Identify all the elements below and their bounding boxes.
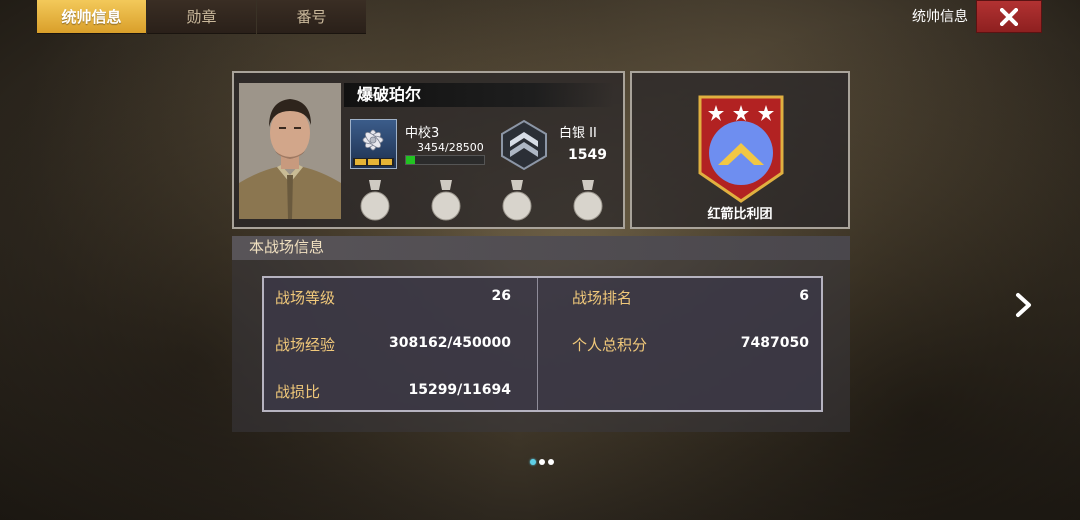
oak-leaf-rank-icon bbox=[353, 129, 394, 166]
stat-value-battlefield-rank: 6 bbox=[799, 288, 809, 304]
legion-name: 红箭比利团 bbox=[707, 207, 773, 222]
medal-slot-empty-icon[interactable] bbox=[358, 178, 392, 222]
stat-value-kd-ratio: 15299/11694 bbox=[408, 382, 511, 398]
legion-panel[interactable]: 红箭比利团 bbox=[630, 71, 850, 229]
page-title: 统帅信息 bbox=[912, 9, 968, 25]
stat-label-battlefield-rank: 战场排名 bbox=[572, 289, 633, 307]
page-dot[interactable] bbox=[539, 459, 545, 465]
tab-medals[interactable]: 勋章 bbox=[147, 0, 256, 34]
page-dot[interactable] bbox=[548, 459, 554, 465]
chevron-right-icon[interactable] bbox=[1012, 290, 1036, 320]
rank-exp-fill bbox=[406, 156, 416, 164]
tab-commander-info[interactable]: 统帅信息 bbox=[37, 0, 146, 34]
silver-tier-icon bbox=[501, 119, 547, 171]
legion-emblem-icon bbox=[698, 95, 784, 203]
tab-designation[interactable]: 番号 bbox=[257, 0, 366, 34]
medal-slot-empty-icon[interactable] bbox=[429, 178, 463, 222]
stat-value-battlefield-level: 26 bbox=[491, 288, 511, 304]
battlefield-info-title: 本战场信息 bbox=[232, 236, 850, 260]
commander-profile-panel: 爆破珀尔 中校3 3454/28500 白银 II 1549 bbox=[232, 71, 625, 229]
medal-slot-empty-icon[interactable] bbox=[571, 178, 605, 222]
stat-label-total-score: 个人总积分 bbox=[572, 336, 648, 354]
page-dot[interactable] bbox=[530, 459, 536, 465]
rank-exp-bar bbox=[405, 155, 485, 165]
stat-label-battlefield-exp: 战场经验 bbox=[275, 336, 336, 354]
medal-slot-empty-icon[interactable] bbox=[500, 178, 534, 222]
tier-name: 白银 II bbox=[559, 126, 597, 141]
tier-score: 1549 bbox=[568, 147, 607, 163]
commander-name: 爆破珀尔 bbox=[344, 83, 614, 107]
rank-exp: 3454/28500 bbox=[417, 141, 484, 154]
close-button[interactable] bbox=[976, 0, 1042, 33]
battlefield-stats-table: 战场等级 26 战场经验 308162/450000 战损比 15299/116… bbox=[262, 276, 823, 412]
commander-portrait bbox=[239, 83, 341, 219]
stat-value-battlefield-exp: 308162/450000 bbox=[388, 335, 511, 351]
close-icon bbox=[1000, 7, 1018, 26]
rank-name: 中校3 bbox=[405, 126, 440, 141]
rank-insignia bbox=[350, 119, 397, 169]
tab-bar: 统帅信息 勋章 番号 bbox=[37, 0, 367, 34]
stat-value-total-score: 7487050 bbox=[740, 335, 809, 351]
stats-divider bbox=[537, 278, 538, 410]
stat-label-kd-ratio: 战损比 bbox=[275, 383, 321, 401]
stat-label-battlefield-level: 战场等级 bbox=[275, 289, 336, 307]
page-indicator bbox=[530, 459, 554, 465]
